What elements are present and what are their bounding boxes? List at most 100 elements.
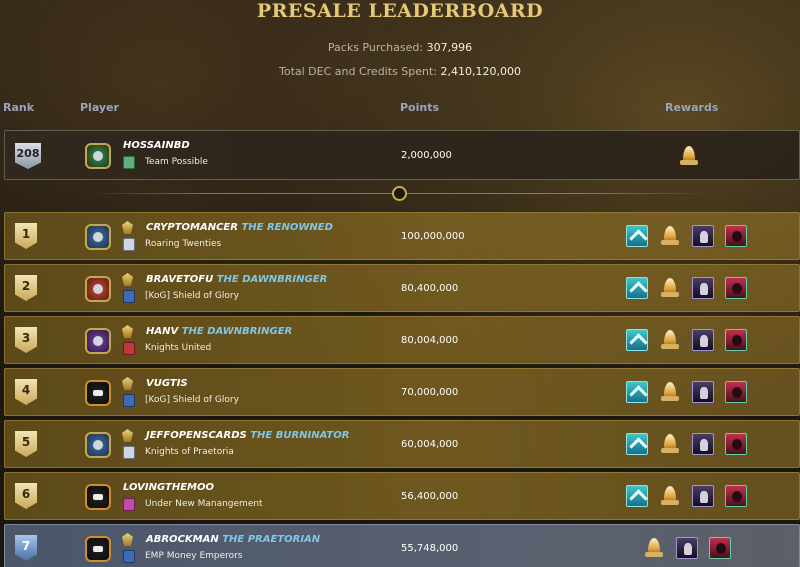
dark-card-icon[interactable] — [692, 225, 714, 247]
guild-name[interactable]: Knights of Praetoria — [145, 447, 234, 457]
column-header-player: Player — [80, 101, 119, 114]
avatar[interactable] — [85, 276, 111, 302]
player-name-text: VUGTIS — [146, 378, 188, 389]
red-card-icon[interactable] — [725, 433, 747, 455]
total-spent-value: 2,410,120,000 — [440, 65, 521, 78]
flame-trophy-icon[interactable] — [659, 329, 681, 351]
chevron-up-icon[interactable] — [626, 277, 648, 299]
guild-shield-icon — [123, 498, 135, 511]
red-card-icon[interactable] — [709, 537, 731, 559]
flame-title-icon — [122, 429, 133, 442]
player-name[interactable]: VUGTIS — [146, 378, 188, 389]
avatar[interactable] — [85, 380, 111, 406]
avatar[interactable] — [85, 536, 111, 562]
player-title: THE BURNINATOR — [250, 430, 350, 441]
guild-shield-icon — [123, 290, 135, 303]
guild-name[interactable]: Roaring Twenties — [145, 239, 221, 249]
page-title: PRESALE LEADERBOARD — [256, 0, 544, 22]
guild-name[interactable]: Team Possible — [145, 157, 208, 167]
dark-card-icon[interactable] — [676, 537, 698, 559]
leaderboard-row[interactable]: 4 VUGTIS [KoG] Shield of Glory 70,000,00… — [4, 368, 800, 416]
red-card-icon[interactable] — [725, 277, 747, 299]
red-card-icon[interactable] — [725, 381, 747, 403]
guild-name[interactable]: [KoG] Shield of Glory — [145, 291, 239, 301]
rank-badge: 2 — [15, 275, 37, 301]
column-header-points: Points — [400, 101, 440, 114]
rank-badge: 3 — [15, 327, 37, 353]
rank-badge: 208 — [15, 143, 41, 169]
player-name[interactable]: BRAVETOFU THE DAWNBRINGER — [146, 274, 327, 285]
points-value: 2,000,000 — [401, 150, 452, 161]
player-name[interactable]: ABROCKMAN THE PRAETORIAN — [146, 534, 320, 545]
packs-purchased-value: 307,996 — [426, 41, 473, 54]
chevron-up-icon[interactable] — [626, 485, 648, 507]
points-value: 80,400,000 — [401, 283, 459, 294]
player-name[interactable]: CRYPTOMANCER THE RENOWNED — [146, 222, 333, 233]
column-header-rewards: Rewards — [665, 101, 719, 114]
chevron-up-icon[interactable] — [626, 381, 648, 403]
chevron-up-icon[interactable] — [626, 329, 648, 351]
player-name[interactable]: JEFFOPENSCARDS THE BURNINATOR — [146, 430, 349, 441]
red-card-icon[interactable] — [725, 225, 747, 247]
avatar[interactable] — [85, 224, 111, 250]
points-value: 56,400,000 — [401, 491, 459, 502]
flame-trophy-icon[interactable] — [659, 277, 681, 299]
points-value: 100,000,000 — [401, 231, 465, 242]
guild-shield-icon — [123, 156, 135, 169]
guild-name[interactable]: Knights United — [145, 343, 211, 353]
crown-title-icon — [122, 221, 133, 234]
sun-title-icon — [122, 273, 133, 286]
dark-card-icon[interactable] — [692, 381, 714, 403]
flame-trophy-icon[interactable] — [678, 145, 700, 167]
sun-title-icon — [122, 325, 133, 338]
flame-trophy-icon[interactable] — [659, 225, 681, 247]
rank-badge: 7 — [15, 535, 37, 561]
total-spent-stat: Total DEC and Credits Spent: 2,410,120,0… — [0, 65, 800, 78]
leaderboard-row[interactable]: 3 HANV THE DAWNBRINGER Knights United 80… — [4, 316, 800, 364]
avatar[interactable] — [85, 328, 111, 354]
total-spent-label: Total DEC and Credits Spent: — [279, 65, 438, 78]
leaderboard-row[interactable]: 6 LOVINGTHEMOO Under New Manangement 56,… — [4, 472, 800, 520]
avatar[interactable] — [85, 143, 111, 169]
chevron-up-icon[interactable] — [626, 433, 648, 455]
guild-shield-icon — [123, 394, 135, 407]
dark-card-icon[interactable] — [692, 329, 714, 351]
avatar[interactable] — [85, 432, 111, 458]
current-user-row[interactable]: 208 HOSSAINBD Team Possible 2,000,000 — [4, 130, 800, 180]
flame-trophy-icon[interactable] — [659, 381, 681, 403]
player-title: THE RENOWNED — [241, 222, 333, 233]
leaderboard-row[interactable]: 2 BRAVETOFU THE DAWNBRINGER [KoG] Shield… — [4, 264, 800, 312]
player-name-text: JEFFOPENSCARDS — [146, 430, 247, 441]
player-name-text: BRAVETOFU — [146, 274, 214, 285]
rank-badge: 4 — [15, 379, 37, 405]
leaderboard-row[interactable]: 1 CRYPTOMANCER THE RENOWNED Roaring Twen… — [4, 212, 800, 260]
player-name-text: ABROCKMAN — [146, 534, 219, 545]
rank-badge: 1 — [15, 223, 37, 249]
red-card-icon[interactable] — [725, 329, 747, 351]
flame-trophy-icon[interactable] — [643, 537, 665, 559]
guild-shield-icon — [123, 550, 135, 563]
avatar[interactable] — [85, 484, 111, 510]
player-title: THE DAWNBRINGER — [216, 274, 328, 285]
guild-name[interactable]: EMP Money Emperors — [145, 551, 243, 561]
player-name[interactable]: LOVINGTHEMOO — [123, 482, 214, 493]
guild-name[interactable]: [KoG] Shield of Glory — [145, 395, 239, 405]
player-name-text: LOVINGTHEMOO — [123, 482, 214, 493]
dark-card-icon[interactable] — [692, 485, 714, 507]
dark-card-icon[interactable] — [692, 277, 714, 299]
guild-shield-icon — [123, 342, 135, 355]
player-name-text: HANV — [146, 326, 179, 337]
flame-trophy-icon[interactable] — [659, 433, 681, 455]
chevron-up-icon[interactable] — [626, 225, 648, 247]
guild-name[interactable]: Under New Manangement — [145, 499, 263, 509]
dark-card-icon[interactable] — [692, 433, 714, 455]
player-name[interactable]: HANV THE DAWNBRINGER — [146, 326, 292, 337]
guild-shield-icon — [123, 238, 135, 251]
leaderboard-row[interactable]: 7 ABROCKMAN THE PRAETORIAN EMP Money Emp… — [4, 524, 800, 567]
leaderboard-row[interactable]: 5 JEFFOPENSCARDS THE BURNINATOR Knights … — [4, 420, 800, 468]
packs-purchased-label: Packs Purchased: — [327, 41, 424, 54]
player-name[interactable]: HOSSAINBD — [123, 140, 190, 151]
red-card-icon[interactable] — [725, 485, 747, 507]
points-value: 60,004,000 — [401, 439, 459, 450]
flame-trophy-icon[interactable] — [659, 485, 681, 507]
